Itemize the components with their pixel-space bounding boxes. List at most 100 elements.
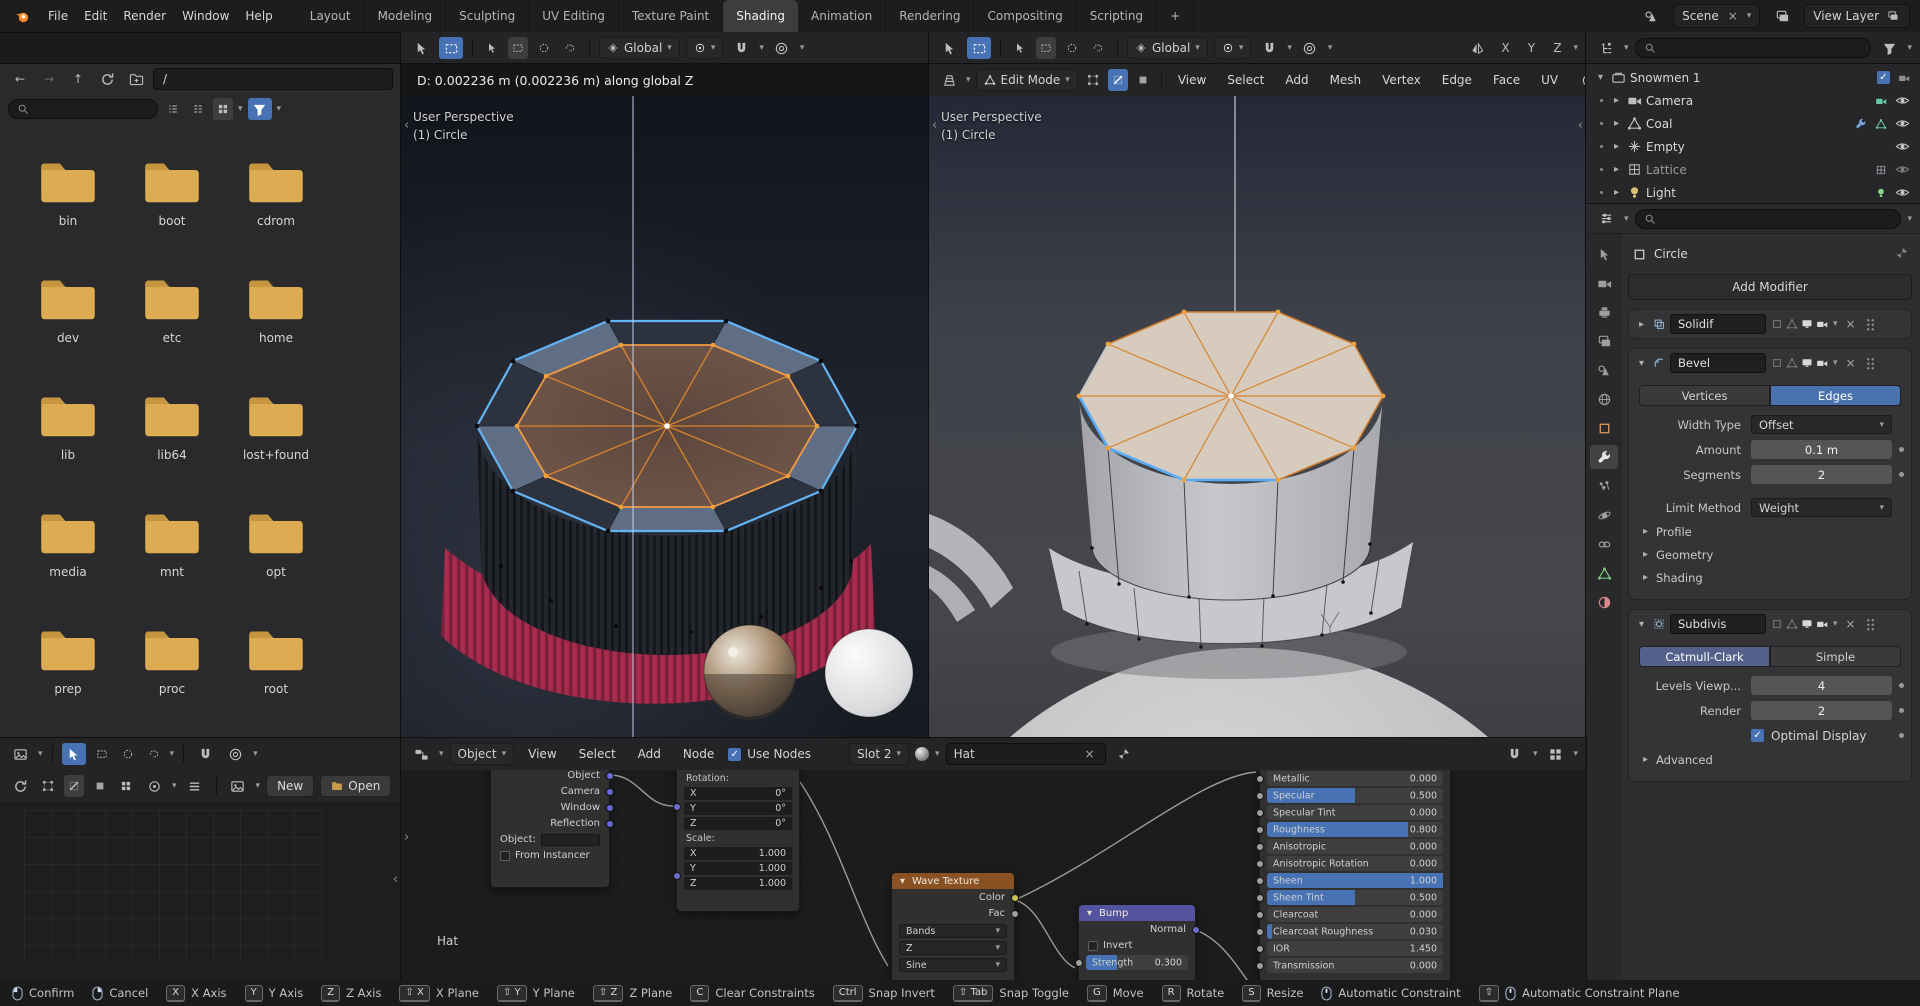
island-select-mode-icon[interactable] xyxy=(116,775,136,797)
display-render-toggle[interactable] xyxy=(1816,618,1828,630)
viewport-left-canvas[interactable]: User Perspective (1) Circle ‹ xyxy=(401,96,929,738)
select-circle-icon[interactable] xyxy=(118,743,138,765)
menu-add[interactable]: Add xyxy=(1277,70,1316,90)
snap-magnet-icon[interactable] xyxy=(1503,743,1527,765)
node-texture-coordinate[interactable]: Object Camera Window Reflection Object: … xyxy=(490,770,614,888)
toolbar-toggle-arrow[interactable]: ‹ xyxy=(932,118,937,133)
select-box-icon[interactable] xyxy=(92,743,112,765)
output-socket[interactable] xyxy=(1191,925,1200,934)
pin-icon[interactable] xyxy=(1896,247,1908,259)
limit-method-dropdown[interactable]: Weight ▾ xyxy=(1751,498,1892,517)
active-tool-select-box-icon[interactable] xyxy=(967,37,991,59)
node-principled-bsdf[interactable]: Metallic 0.000 Specular 0.500 Specular T… xyxy=(1256,770,1451,980)
width-type-dropdown[interactable]: Offset ▾ xyxy=(1751,415,1892,434)
expand-icon[interactable]: ▸ xyxy=(1610,141,1623,152)
display-realtime-toggle[interactable] xyxy=(1801,357,1813,369)
drag-handle-icon[interactable] xyxy=(1865,617,1875,631)
input-socket[interactable] xyxy=(1256,927,1264,936)
filter-chevron-icon[interactable]: ▾ xyxy=(1907,43,1912,53)
modifier-header-bevel[interactable]: ▾ Bevel ▾ × xyxy=(1629,349,1911,377)
outliner-collection-row[interactable]: ▾ Snowmen 1 ✓ xyxy=(1586,66,1920,89)
folder-item[interactable]: prep xyxy=(16,626,120,743)
folder-item[interactable]: cdrom xyxy=(224,158,328,275)
display-on-cage-toggle[interactable] xyxy=(1771,318,1783,330)
from-instancer-checkbox[interactable]: From Instancer xyxy=(491,848,609,863)
open-image-button[interactable]: Open xyxy=(320,775,392,797)
image-browse-icon[interactable] xyxy=(226,775,250,797)
node-header[interactable]: ▾ Bump xyxy=(1079,905,1195,921)
snap-magnet-icon[interactable] xyxy=(1257,37,1281,59)
material-browse-chevron-icon[interactable]: ▾ xyxy=(935,749,940,759)
input-socket[interactable] xyxy=(1256,808,1264,817)
forward-icon[interactable]: → xyxy=(37,68,61,90)
input-socket[interactable] xyxy=(1256,791,1264,800)
input-socket[interactable] xyxy=(1256,774,1264,783)
display-horizontal-list-icon[interactable] xyxy=(188,98,208,120)
pivot-dropdown-icon[interactable] xyxy=(142,775,166,797)
amount-field[interactable]: 0.1 m xyxy=(1751,440,1892,459)
node-input-row[interactable]: Transmission 0.000 xyxy=(1256,958,1443,973)
tab-modeling[interactable]: Modeling xyxy=(365,0,447,32)
input-socket[interactable] xyxy=(672,803,681,811)
tab-world[interactable] xyxy=(1590,387,1618,411)
tab-object[interactable] xyxy=(1590,416,1618,440)
options-chevron-icon[interactable]: ▾ xyxy=(253,749,258,759)
tab-compositing[interactable]: Compositing xyxy=(974,0,1077,32)
hide-in-viewport-eye-icon[interactable] xyxy=(1895,162,1910,177)
modifier-extras-chevron-icon[interactable]: ▾ xyxy=(1833,358,1838,368)
editor-type-chevron-icon[interactable]: ▾ xyxy=(966,75,971,85)
collection-checkbox[interactable]: ✓ xyxy=(1877,71,1890,84)
scene-selector[interactable]: Scene × ▾ xyxy=(1673,4,1761,28)
material-name-field[interactable]: Hat × xyxy=(945,743,1106,765)
tab-uv-editing[interactable]: UV Editing xyxy=(529,0,619,32)
scene-browse-icon[interactable] xyxy=(1639,5,1663,27)
display-render-toggle[interactable] xyxy=(1816,318,1828,330)
output-socket[interactable] xyxy=(605,787,614,796)
collapse-icon[interactable]: ▾ xyxy=(1635,358,1648,369)
modifier-name-field[interactable]: Subdivis xyxy=(1670,614,1766,634)
transform-orientation-dropdown[interactable]: Global ▾ xyxy=(1127,37,1208,59)
proportional-options-chevron-icon[interactable]: ▾ xyxy=(800,43,805,53)
node-input-row[interactable]: Specular Tint 0.000 xyxy=(1256,805,1443,820)
options-chevron-icon[interactable]: ▾ xyxy=(1573,43,1578,53)
invert-checkbox[interactable]: Invert xyxy=(1079,938,1195,953)
folder-item[interactable]: home xyxy=(224,275,328,392)
menu-file[interactable]: File xyxy=(40,6,76,26)
editor-type-chevron-icon[interactable]: ▾ xyxy=(38,749,43,759)
input-socket[interactable] xyxy=(672,872,681,880)
refresh-icon[interactable] xyxy=(95,68,119,90)
collapse-icon[interactable]: ▾ xyxy=(1594,72,1607,83)
lattice-data-icon[interactable] xyxy=(1875,164,1887,176)
tab-render[interactable] xyxy=(1590,271,1618,295)
node-header[interactable]: ▾ Wave Texture xyxy=(892,873,1014,889)
tool-icon[interactable] xyxy=(937,37,961,59)
rotation-value-field[interactable]: X 0° xyxy=(684,787,792,800)
mesh-data-icon[interactable] xyxy=(1875,118,1887,130)
select-tweak-icon[interactable] xyxy=(482,37,502,59)
remove-modifier-icon[interactable]: × xyxy=(1843,356,1859,370)
material-slot-dropdown[interactable]: Slot 2 ▾ xyxy=(849,743,910,765)
folder-item[interactable]: lib64 xyxy=(120,392,224,509)
light-data-icon[interactable] xyxy=(1875,187,1887,199)
output-socket[interactable] xyxy=(1010,893,1019,902)
input-socket[interactable] xyxy=(1256,876,1264,885)
input-socket[interactable] xyxy=(1256,859,1264,868)
tab-constraints[interactable] xyxy=(1590,532,1618,556)
segments-field[interactable]: 2 xyxy=(1751,465,1892,484)
remove-modifier-icon[interactable]: × xyxy=(1843,617,1859,631)
menu-uv[interactable]: UV xyxy=(1533,70,1566,90)
hide-in-viewport-eye-icon[interactable] xyxy=(1895,139,1910,154)
shader-editor-icon[interactable] xyxy=(409,743,433,765)
tab-simple[interactable]: Simple xyxy=(1770,646,1901,667)
active-tool-select-box-icon[interactable] xyxy=(439,37,463,59)
menu-window[interactable]: Window xyxy=(174,6,237,26)
tab-view-layer[interactable] xyxy=(1590,329,1618,353)
sidebar-toggle-arrow[interactable]: ‹ xyxy=(1578,118,1583,133)
outliner-item-coal[interactable]: ▸ Coal xyxy=(1586,112,1920,135)
sidebar-toggle-arrow[interactable]: ‹ xyxy=(393,872,398,887)
hide-in-viewport-eye-icon[interactable] xyxy=(1895,116,1910,131)
snap-options-chevron-icon[interactable]: ▾ xyxy=(759,43,764,53)
node-input-row[interactable]: Anisotropic 0.000 xyxy=(1256,839,1443,854)
output-socket[interactable] xyxy=(605,819,614,828)
outliner-search-input[interactable] xyxy=(1634,38,1872,58)
